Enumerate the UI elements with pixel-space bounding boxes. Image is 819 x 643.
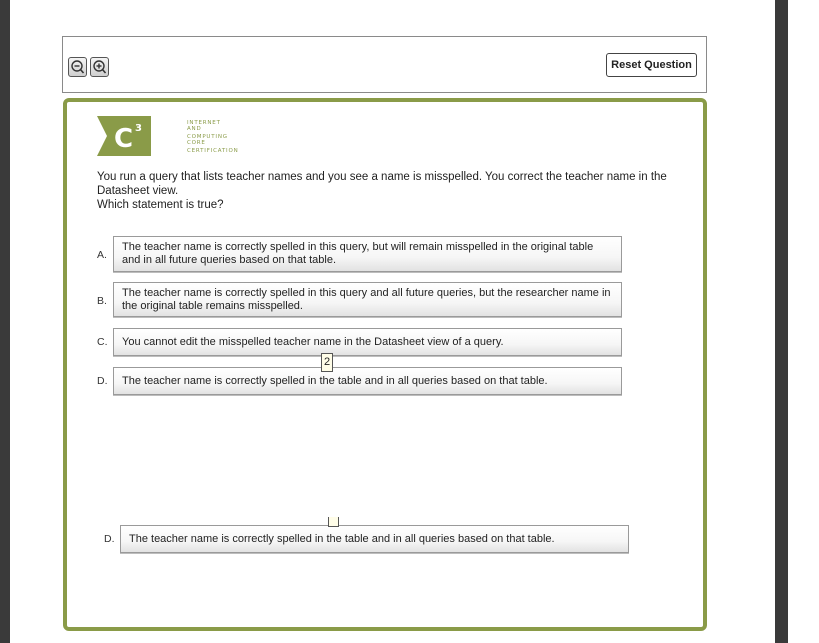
svg-text:3: 3 xyxy=(135,123,142,134)
question-toolbar: Reset Question xyxy=(62,36,707,93)
option-b[interactable]: The teacher name is correctly spelled in… xyxy=(113,282,622,317)
dragged-option-d-text: The teacher name is correctly spelled in… xyxy=(129,532,555,545)
question-text: You run a query that lists teacher names… xyxy=(97,170,687,212)
option-c-text: You cannot edit the misspelled teacher n… xyxy=(122,335,504,348)
ic3-logo: C 3 INTERNET AND COMPUTING CORE CERTIFIC… xyxy=(97,114,238,160)
question-stem: You run a query that lists teacher names… xyxy=(97,171,667,197)
option-a-letter: A. xyxy=(97,249,107,261)
zoom-out-icon xyxy=(71,60,85,74)
option-d-text: The teacher name is correctly spelled in… xyxy=(122,374,548,387)
option-d-letter: D. xyxy=(97,375,108,387)
option-b-letter: B. xyxy=(97,295,107,307)
option-a[interactable]: The teacher name is correctly spelled in… xyxy=(113,236,622,272)
zoom-out-button[interactable] xyxy=(68,57,87,77)
zoom-in-icon xyxy=(93,60,107,74)
drag-tag[interactable]: 2 xyxy=(321,353,333,372)
option-c-letter: C. xyxy=(97,336,108,348)
option-a-text: The teacher name is correctly spelled in… xyxy=(122,241,594,266)
svg-text:C: C xyxy=(114,124,133,154)
logo-line-2: COMPUTING CORE xyxy=(187,134,228,146)
dragged-option-d[interactable]: The teacher name is correctly spelled in… xyxy=(120,525,629,553)
reset-question-button[interactable]: Reset Question xyxy=(606,53,697,77)
question-panel: C 3 INTERNET AND COMPUTING CORE CERTIFIC… xyxy=(63,98,707,631)
drag-copy-letter: D. xyxy=(104,533,115,545)
option-b-text: The teacher name is correctly spelled in… xyxy=(122,286,611,312)
ic3-logo-mark: C 3 xyxy=(97,116,151,156)
logo-line-1: INTERNET AND xyxy=(187,120,221,132)
option-c[interactable]: You cannot edit the misspelled teacher n… xyxy=(113,328,622,356)
dragged-tag-fragment xyxy=(328,517,339,527)
question-prompt: Which statement is true? xyxy=(97,199,224,211)
right-margin xyxy=(788,0,819,643)
zoom-in-button[interactable] xyxy=(90,57,109,77)
logo-line-3: CERTIFICATION xyxy=(187,148,239,154)
option-d[interactable]: The teacher name is correctly spelled in… xyxy=(113,367,622,395)
